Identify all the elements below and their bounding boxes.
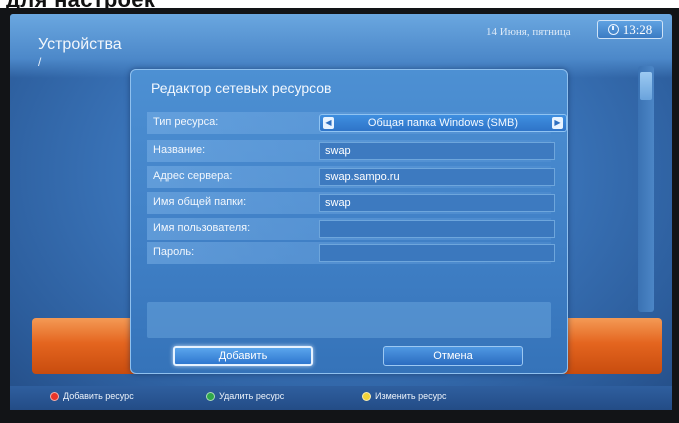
server-address-field[interactable]: swap.sampo.ru bbox=[319, 168, 555, 186]
username-field[interactable] bbox=[319, 220, 555, 238]
hint-delete-resource[interactable]: Удалить ресурс bbox=[206, 391, 284, 401]
resource-type-row: Тип ресурса: ◀ Общая папка Windows (SMB)… bbox=[147, 112, 567, 134]
password-label: Пароль: bbox=[153, 246, 195, 258]
hint-edit-resource[interactable]: Изменить ресурс bbox=[362, 391, 447, 401]
resource-type-label: Тип ресурса: bbox=[153, 116, 219, 128]
info-area bbox=[147, 302, 551, 338]
name-field[interactable]: swap bbox=[319, 142, 555, 160]
username-label: Имя пользователя: bbox=[153, 222, 251, 234]
name-row: Название: swap bbox=[147, 140, 555, 162]
server-address-row: Адрес сервера: swap.sampo.ru bbox=[147, 166, 555, 188]
cancel-button[interactable]: Отмена bbox=[383, 346, 523, 366]
green-key-icon bbox=[206, 391, 215, 401]
clock-icon bbox=[607, 24, 619, 35]
username-row: Имя пользователя: bbox=[147, 218, 555, 240]
arrow-right-icon[interactable]: ▶ bbox=[551, 117, 563, 129]
password-field[interactable] bbox=[319, 244, 555, 262]
dialog-title: Редактор сетевых ресурсов bbox=[151, 80, 332, 96]
name-label: Название: bbox=[153, 144, 206, 156]
arrow-left-icon[interactable]: ◀ bbox=[323, 117, 334, 129]
hint-add-resource[interactable]: Добавить ресурс bbox=[50, 391, 134, 401]
hint-bar: Добавить ресурс Удалить ресурс Изменить … bbox=[10, 386, 672, 410]
scrollbar-thumb[interactable] bbox=[640, 72, 652, 100]
clock-time: 13:28 bbox=[622, 21, 653, 37]
hint-edit-resource-label: Изменить ресурс bbox=[375, 391, 447, 401]
resource-type-selector[interactable]: ◀ Общая папка Windows (SMB) ▶ bbox=[319, 114, 567, 132]
clock-widget: 13:28 bbox=[597, 20, 663, 39]
tv-screen: Устройства / 14 Июня, пятница 13:28 Реда… bbox=[10, 14, 672, 410]
yellow-key-icon bbox=[362, 391, 371, 401]
share-name-label: Имя общей папки: bbox=[153, 196, 247, 208]
share-name-field[interactable]: swap bbox=[319, 194, 555, 212]
network-resource-editor-dialog: Редактор сетевых ресурсов Тип ресурса: ◀… bbox=[130, 69, 568, 374]
hint-add-resource-label: Добавить ресурс bbox=[63, 391, 134, 401]
password-row: Пароль: bbox=[147, 242, 555, 264]
add-button[interactable]: Добавить bbox=[173, 346, 313, 366]
list-scrollbar[interactable] bbox=[638, 66, 654, 312]
red-key-icon bbox=[50, 391, 59, 401]
resource-type-value: Общая папка Windows (SMB) bbox=[367, 117, 519, 129]
current-path: / bbox=[38, 55, 42, 69]
date-label: 14 Июня, пятница bbox=[486, 26, 571, 38]
screen-title: Устройства bbox=[38, 36, 122, 53]
hint-delete-resource-label: Удалить ресурс bbox=[219, 391, 285, 401]
share-name-row: Имя общей папки: swap bbox=[147, 192, 555, 214]
server-address-label: Адрес сервера: bbox=[153, 170, 233, 182]
